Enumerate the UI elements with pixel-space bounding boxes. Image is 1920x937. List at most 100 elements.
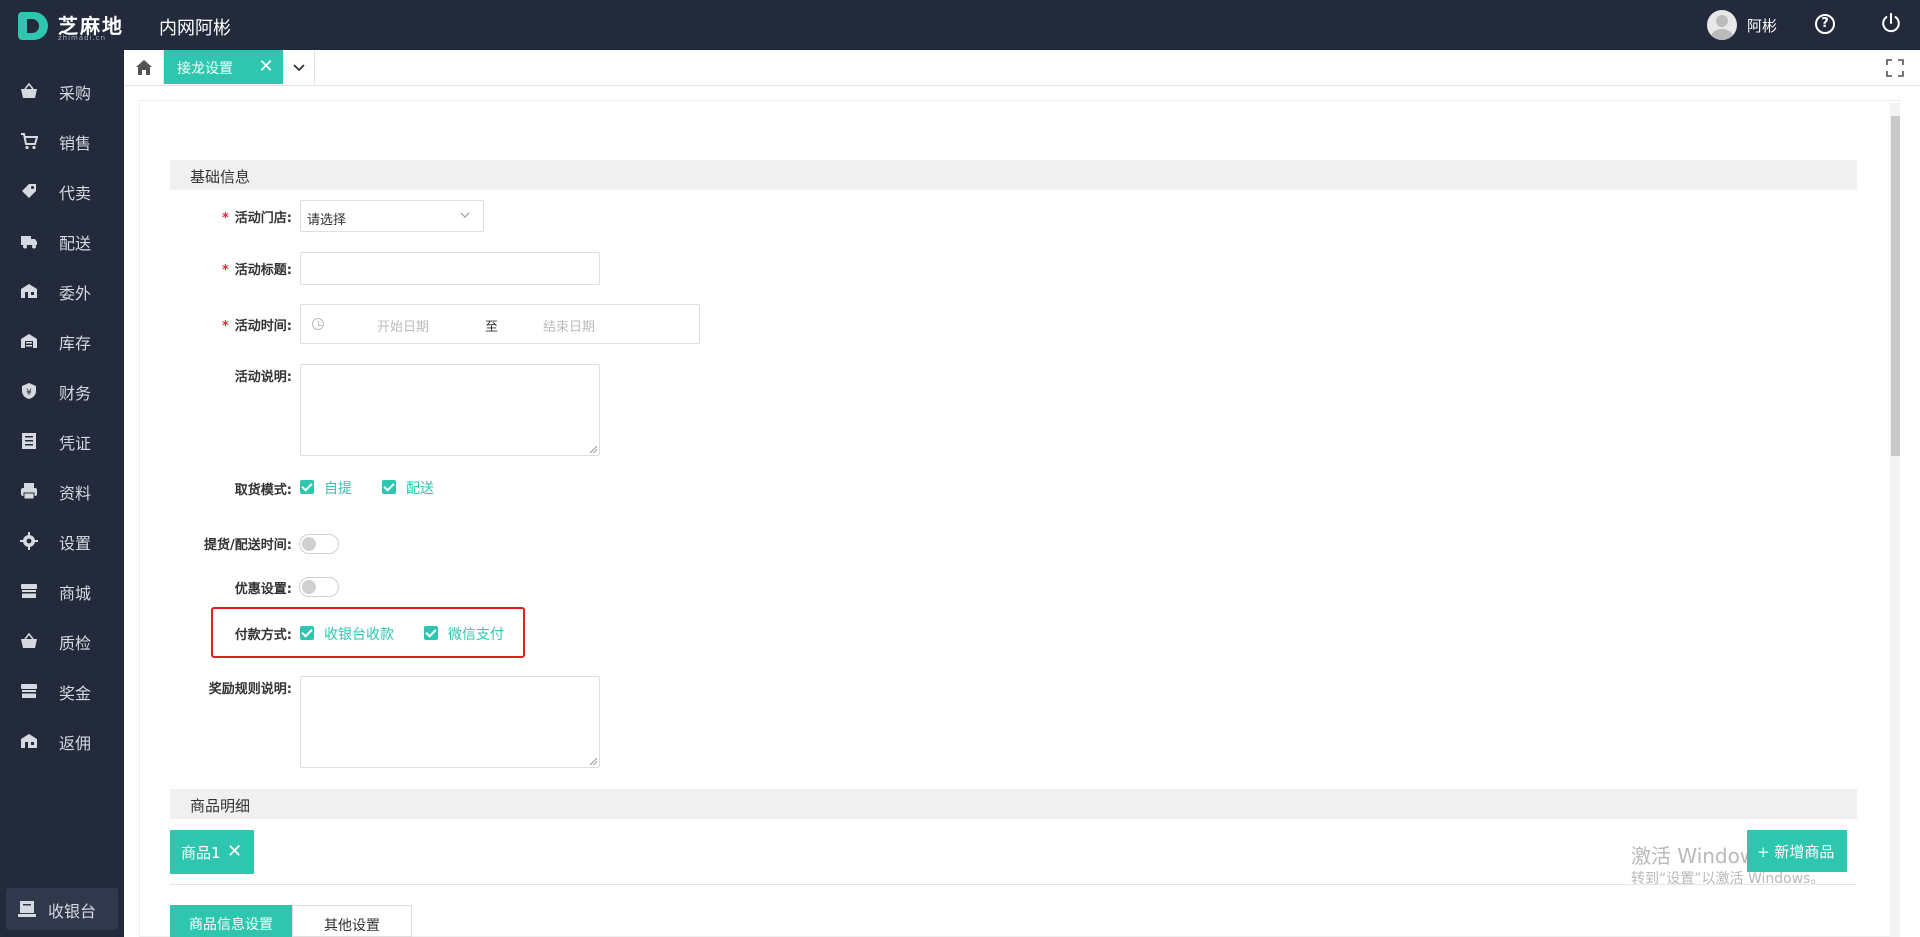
gear-icon — [20, 532, 38, 550]
required-mark: * — [221, 263, 229, 278]
title-input[interactable] — [300, 252, 600, 285]
pickup-time-label: 提货/配送时间: — [204, 538, 292, 553]
app-title: 内网阿彬 — [159, 18, 231, 39]
tab-jielong-settings[interactable]: 接龙设置 ✕ — [164, 50, 283, 84]
sidebar-item-label: 财务 — [59, 384, 92, 403]
add-product-button[interactable]: + 新增商品 — [1747, 830, 1847, 872]
checkbox-checked-icon — [300, 626, 314, 640]
basket-icon — [21, 82, 37, 98]
store-select-value: 请选择 — [307, 213, 347, 228]
product-tab-1[interactable]: 商品1 ✕ — [170, 830, 254, 874]
section-title: 商品明细 — [190, 797, 251, 815]
chevron-down-icon — [293, 64, 305, 72]
username[interactable]: 阿彬 — [1747, 15, 1777, 36]
sidebar-item-7[interactable]: ¥ 财务 — [0, 367, 124, 415]
end-date-input[interactable]: 结束日期 — [543, 316, 595, 335]
sidebar-item-14[interactable]: 返佣 — [0, 717, 124, 765]
store-icon — [21, 584, 37, 598]
range-separator: 至 — [485, 320, 499, 335]
warehouse-icon — [21, 334, 37, 348]
sidebar-item-1[interactable]: 采购 — [0, 67, 124, 115]
checkbox-checked-icon — [300, 480, 314, 494]
sidebar-item-label: 采购 — [59, 84, 92, 103]
product-tab-label: 商品1 — [181, 844, 221, 862]
pickup-self-checkbox[interactable]: 自提 — [300, 477, 370, 497]
reward-textarea[interactable] — [300, 676, 600, 768]
date-range-picker[interactable]: 开始日期 至 结束日期 — [300, 304, 700, 344]
chevron-down-icon — [460, 212, 470, 218]
sidebar-item-label: 配送 — [59, 234, 92, 253]
subtab-label: 其他设置 — [324, 918, 380, 934]
shield-icon: ¥ — [22, 383, 36, 399]
tab-bar: 接龙设置 ✕ — [124, 50, 1920, 86]
checkbox-checked-icon — [424, 626, 438, 640]
sidebar-item-9[interactable]: 资料 — [0, 467, 124, 515]
pickup-label: 取货模式: — [234, 483, 292, 498]
store-select[interactable]: 请选择 — [300, 200, 484, 232]
sidebar-item-13[interactable]: 奖金 — [0, 667, 124, 715]
checkbox-checked-icon — [382, 480, 396, 494]
sidebar-item-10[interactable]: 设置 — [0, 517, 124, 565]
truck-icon — [21, 236, 37, 249]
close-icon[interactable]: ✕ — [256, 57, 276, 77]
start-date-input[interactable]: 开始日期 — [377, 316, 429, 335]
help-icon[interactable]: ? — [1815, 14, 1835, 34]
building-icon — [21, 284, 37, 298]
payment-cashier-checkbox[interactable]: 收银台收款 — [300, 623, 400, 643]
sidebar-item-label: 委外 — [59, 284, 92, 303]
fullscreen-icon[interactable] — [1886, 59, 1904, 77]
avatar[interactable] — [1707, 10, 1737, 40]
store-label: * 活动门店: — [221, 211, 292, 226]
tag-icon — [22, 184, 36, 198]
payment-wechat-checkbox[interactable]: 微信支付 — [424, 623, 514, 643]
power-icon[interactable] — [1880, 12, 1902, 34]
sidebar-item-5[interactable]: 委外 — [0, 267, 124, 315]
sidebar-item-2[interactable]: 销售 — [0, 117, 124, 165]
sidebar-item-8[interactable]: 凭证 — [0, 417, 124, 465]
desc-textarea[interactable] — [300, 364, 600, 456]
sidebar-item-label: 商城 — [59, 584, 92, 603]
svg-text:¥: ¥ — [26, 388, 32, 398]
cashier-icon — [18, 901, 36, 917]
subtab-label: 商品信息设置 — [189, 917, 273, 933]
building-icon — [21, 734, 37, 748]
logo-mark-icon — [18, 12, 48, 40]
sidebar-item-4[interactable]: 配送 — [0, 217, 124, 265]
sidebar-item-label: 销售 — [59, 134, 92, 153]
pickup-time-switch[interactable] — [299, 534, 339, 554]
sidebar-item-12[interactable]: 质检 — [0, 617, 124, 665]
pickup-delivery-checkbox[interactable]: 配送 — [382, 477, 452, 497]
sidebar: 返佣 奖金 质检 商城 设置 资料 凭证 ¥ 财务 库存 委外 配送 代卖 销售 采购 收银台 — [0, 50, 124, 937]
tab-dropdown-button[interactable] — [283, 50, 315, 86]
cart-icon — [21, 133, 38, 150]
tab-label: 接龙设置 — [177, 61, 233, 77]
home-button[interactable] — [124, 50, 164, 86]
logo[interactable]: 芝麻地 zhimadi.cn — [18, 10, 128, 42]
checkbox-label: 微信支付 — [448, 627, 504, 643]
cashier-button[interactable]: 收银台 — [6, 888, 118, 930]
section-title: 基础信息 — [190, 168, 251, 186]
sidebar-item-6[interactable]: 库存 — [0, 317, 124, 365]
sidebar-item-label: 资料 — [59, 484, 92, 503]
receipt-icon — [22, 433, 36, 449]
scrollbar-thumb[interactable] — [1891, 116, 1900, 456]
tab-product-info[interactable]: 商品信息设置 — [170, 905, 292, 937]
payment-label: 付款方式: — [234, 628, 292, 643]
close-icon[interactable]: ✕ — [227, 841, 242, 862]
section-product-detail: 商品明细 — [170, 789, 1857, 819]
divider — [170, 884, 1857, 885]
basket-icon — [21, 632, 37, 648]
checkbox-label: 配送 — [406, 481, 434, 497]
checkbox-label: 自提 — [324, 481, 352, 497]
sidebar-item-label: 奖金 — [59, 684, 92, 703]
clock-icon — [312, 318, 324, 330]
sidebar-item-11[interactable]: 商城 — [0, 567, 124, 615]
sidebar-item-3[interactable]: 代卖 — [0, 167, 124, 215]
reward-label: 奖励规则说明: — [208, 682, 292, 697]
home-icon — [136, 60, 152, 75]
discount-switch[interactable] — [299, 577, 339, 597]
sidebar-item-label: 质检 — [59, 634, 92, 653]
printer-icon — [21, 483, 37, 500]
sidebar-item-label: 代卖 — [59, 184, 92, 203]
tab-other-settings[interactable]: 其他设置 — [292, 905, 412, 937]
